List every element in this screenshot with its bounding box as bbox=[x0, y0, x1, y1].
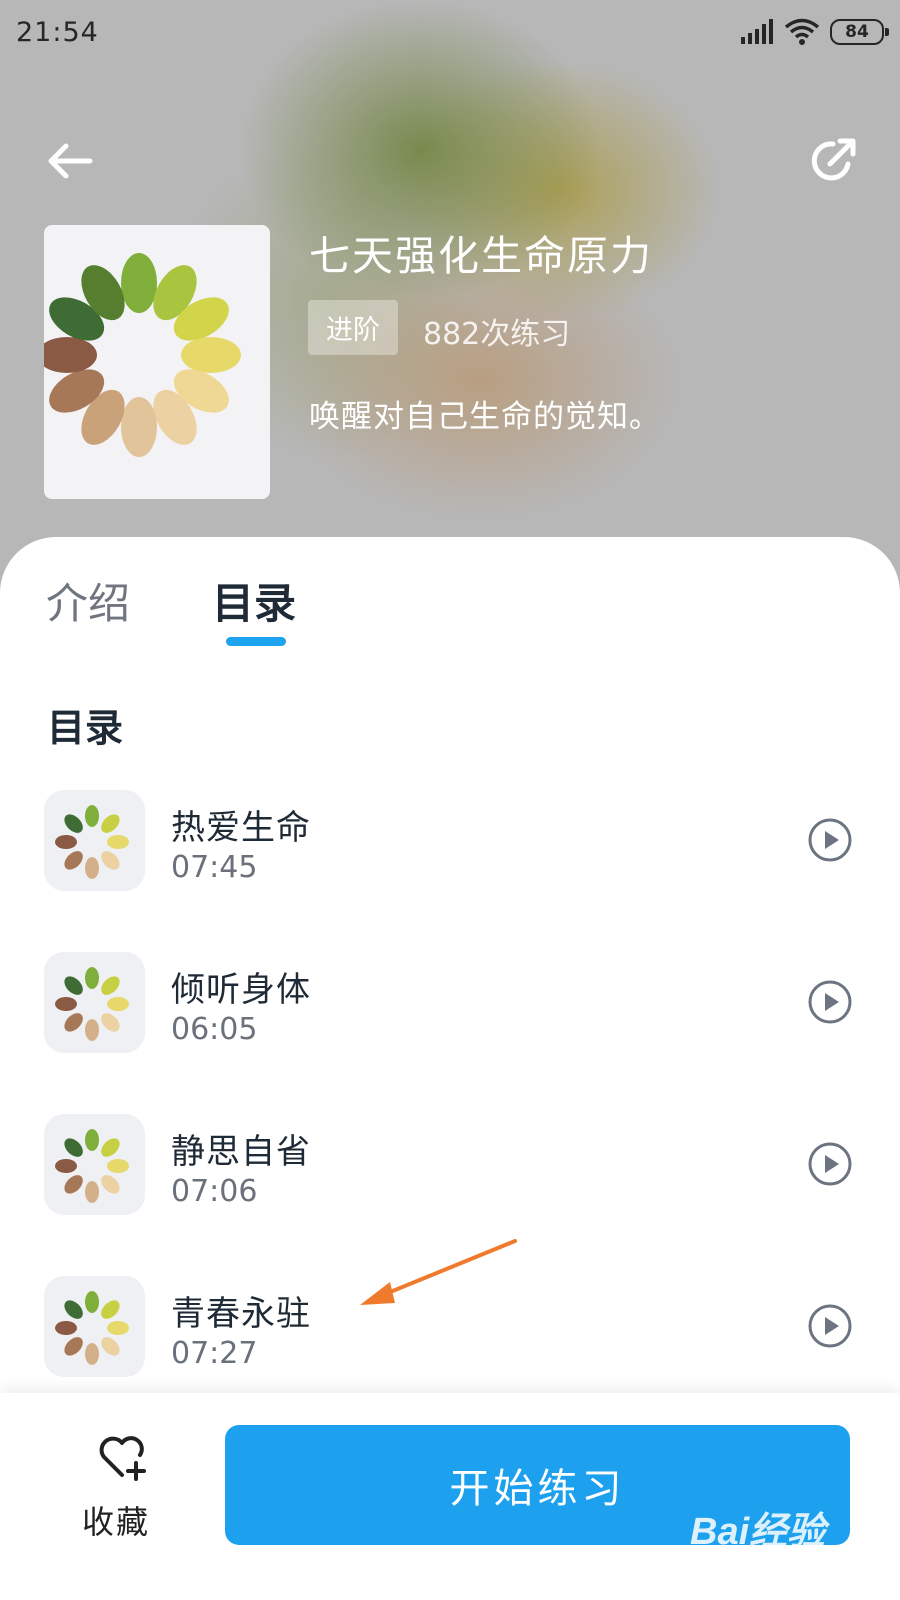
play-icon[interactable] bbox=[807, 817, 853, 863]
track-duration: 07:27 bbox=[171, 1336, 258, 1371]
status-icons: 84 bbox=[740, 18, 889, 46]
track-duration: 06:05 bbox=[171, 1012, 258, 1047]
practice-count: 882次练习 bbox=[423, 317, 571, 352]
play-icon[interactable] bbox=[807, 979, 853, 1025]
list-item[interactable]: 青春永驻 07:27 bbox=[0, 1276, 900, 1386]
course-description: 唤醒对自己生命的觉知。 bbox=[309, 399, 661, 435]
arrow-left-icon bbox=[48, 143, 93, 179]
track-name: 青春永驻 bbox=[171, 1294, 311, 1334]
track-duration: 07:45 bbox=[171, 850, 258, 885]
tab-catalog[interactable]: 目录 bbox=[212, 570, 296, 631]
tab-intro[interactable]: 介绍 bbox=[46, 570, 130, 631]
battery-indicator: 84 bbox=[830, 19, 889, 45]
leaf-wreath-image bbox=[55, 805, 129, 879]
list-item[interactable]: 热爱生命 07:45 bbox=[0, 790, 900, 900]
catalog-section-title: 目录 bbox=[47, 706, 124, 750]
list-item[interactable]: 静思自省 07:06 bbox=[0, 1114, 900, 1224]
favorite-label: 收藏 bbox=[82, 1503, 151, 1541]
signal-icon bbox=[741, 19, 773, 44]
play-icon[interactable] bbox=[807, 1303, 853, 1349]
tab-active-indicator bbox=[226, 637, 286, 646]
leaf-wreath-image bbox=[55, 1291, 129, 1365]
leaf-wreath-image bbox=[44, 253, 241, 457]
heart-plus-icon bbox=[99, 1436, 146, 1481]
share-icon bbox=[811, 138, 856, 181]
status-time: 21:54 bbox=[16, 16, 99, 48]
status-bar: 21:54 84 bbox=[0, 0, 900, 64]
play-icon[interactable] bbox=[807, 1141, 853, 1187]
share-button[interactable] bbox=[805, 133, 861, 189]
list-item[interactable]: 倾听身体 06:05 bbox=[0, 952, 900, 1062]
track-thumbnail bbox=[44, 952, 145, 1053]
battery-level: 84 bbox=[845, 22, 869, 42]
course-cover-image bbox=[44, 225, 270, 499]
favorite-button[interactable]: 收藏 bbox=[72, 1435, 182, 1545]
track-duration: 07:06 bbox=[171, 1174, 258, 1209]
leaf-wreath-image bbox=[55, 967, 129, 1041]
watermark-main: Bai经验 bbox=[690, 1511, 826, 1553]
wifi-icon bbox=[784, 18, 820, 45]
level-badge: 进阶 bbox=[308, 300, 398, 355]
track-name: 静思自省 bbox=[171, 1132, 311, 1172]
back-button[interactable] bbox=[44, 135, 96, 187]
course-title: 七天强化生命原力 bbox=[309, 232, 653, 280]
track-name: 倾听身体 bbox=[171, 970, 311, 1010]
track-thumbnail bbox=[44, 1114, 145, 1215]
leaf-wreath-image bbox=[55, 1129, 129, 1203]
watermark-sub: jingyan.baidu.com bbox=[690, 1553, 852, 1575]
track-thumbnail bbox=[44, 790, 145, 891]
track-thumbnail bbox=[44, 1276, 145, 1377]
track-name: 热爱生命 bbox=[171, 808, 311, 848]
baidu-watermark: Bai经验 jingyan.baidu.com bbox=[690, 1500, 890, 1590]
